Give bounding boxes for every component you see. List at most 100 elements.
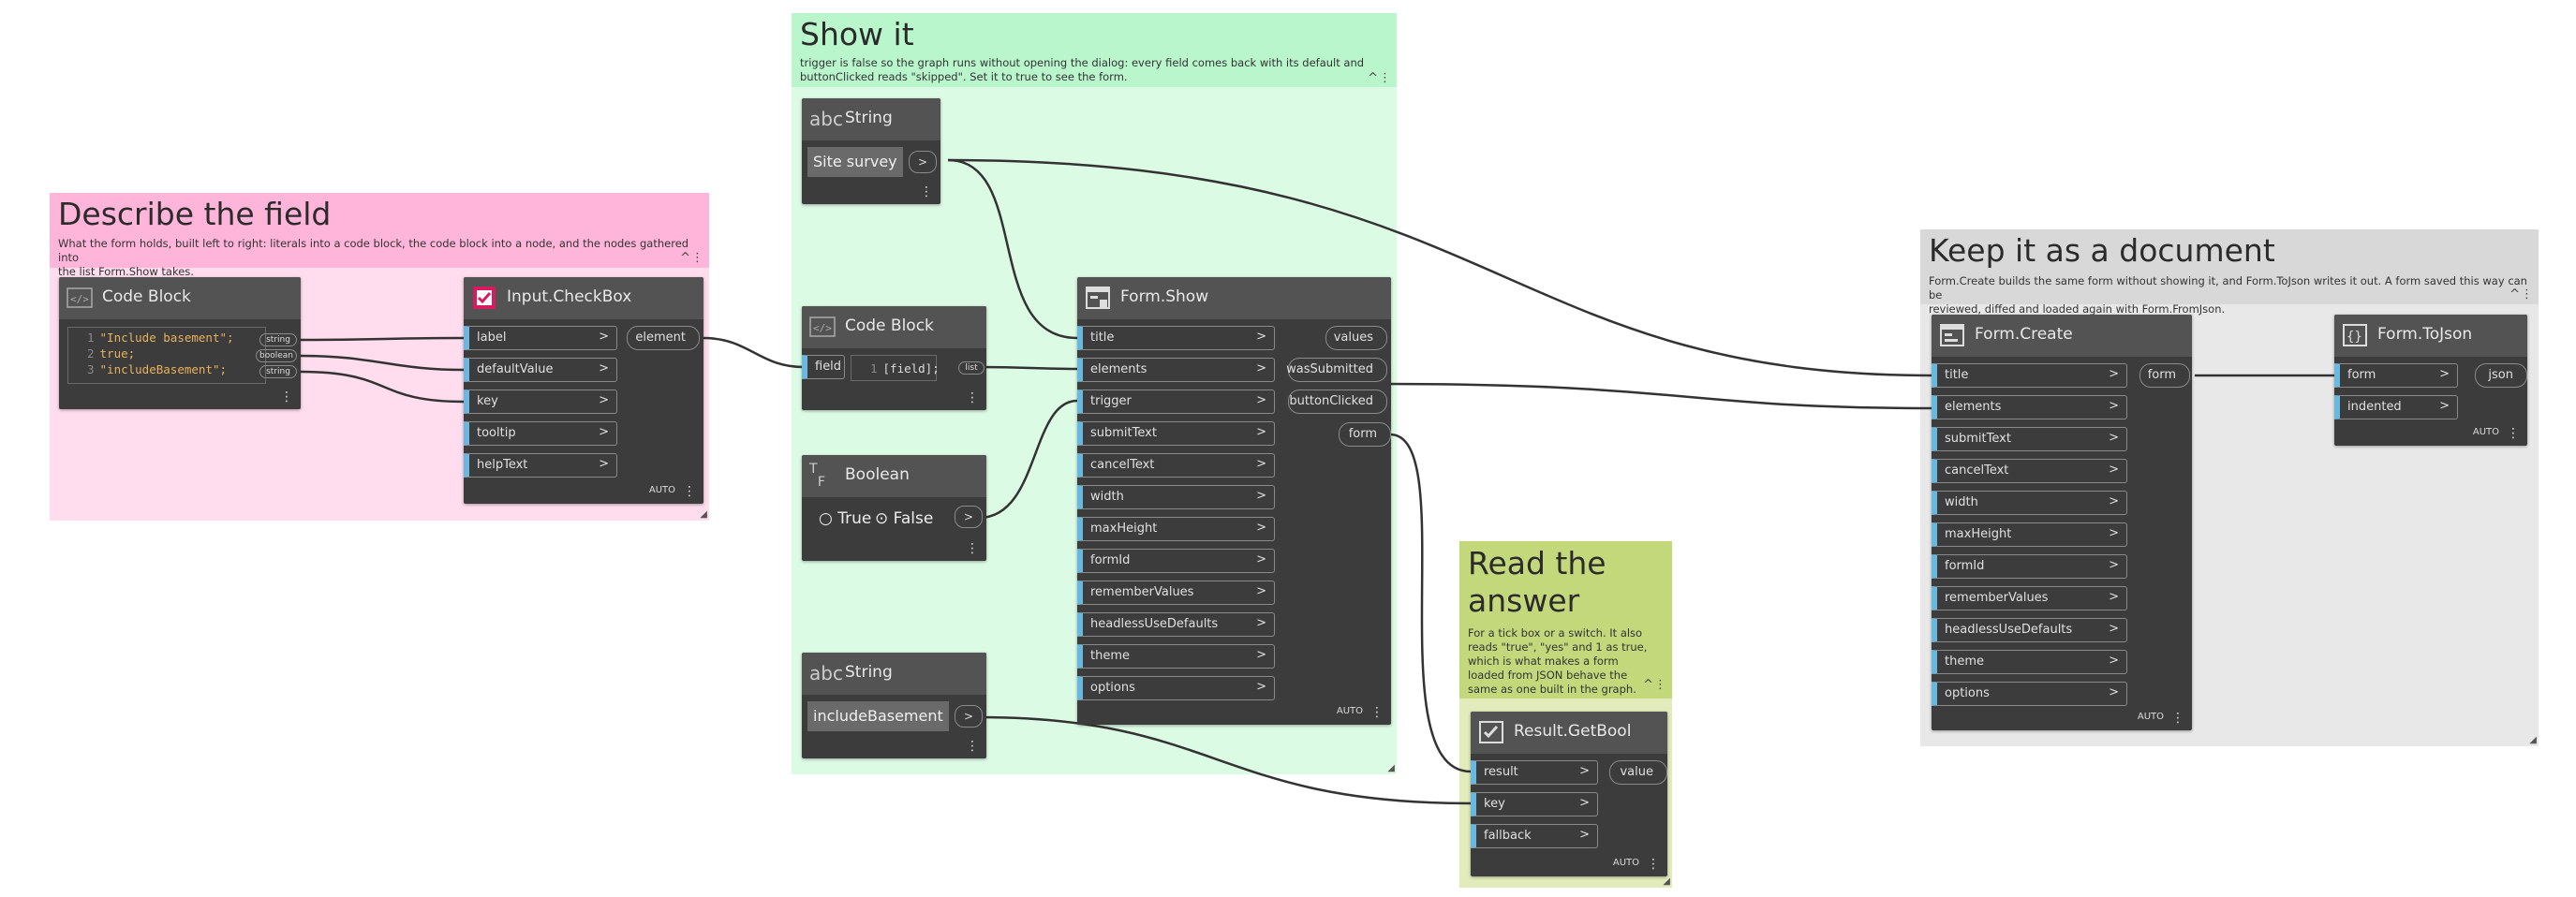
svg-text:{}: {} <box>2347 330 2362 345</box>
input-port-defaultvalue[interactable]: defaultValue > <box>464 358 617 382</box>
node-menu-icon[interactable]: ⋮ <box>280 390 293 404</box>
output-port-element[interactable]: element <box>627 326 700 350</box>
input-port-fallback[interactable]: fallback > <box>1471 824 1598 848</box>
input-port-helptext[interactable]: helpText > <box>464 453 617 478</box>
result-getbool-node[interactable]: Result.GetBool result > key > fallback > va… <box>1471 712 1667 876</box>
input-port-form[interactable]: form > <box>2334 363 2458 388</box>
input-port-title[interactable]: title > <box>1077 326 1275 350</box>
output-port-value[interactable]: value <box>1609 760 1667 785</box>
node-menu-icon[interactable]: ⋮ <box>1370 706 1384 719</box>
node-title: Form.Show <box>1120 287 1209 306</box>
code-editor[interactable]: 1 "Include basement"; 2 true; 3 "includeBas… <box>67 327 266 384</box>
node-title: String <box>845 109 893 127</box>
input-port-key[interactable]: key > <box>1471 792 1598 816</box>
input-port-field[interactable]: field <box>802 355 845 379</box>
string-value-input[interactable]: includeBasement <box>807 701 949 731</box>
boolean-node[interactable]: T F Boolean ○ True ⊙ False > ⋮ <box>802 455 986 561</box>
output-type-tag[interactable]: list <box>958 361 985 375</box>
input-port-maxheight[interactable]: maxHeight > <box>1932 522 2127 547</box>
output-port-buttonclicked[interactable]: buttonClicked <box>1288 390 1387 414</box>
input-port-width[interactable]: width > <box>1932 491 2127 515</box>
output-type-tag[interactable]: string <box>259 365 297 378</box>
code-block-node[interactable]: </> Code Block field 1 [field]; list ⋮ <box>802 306 986 410</box>
input-port-key[interactable]: key > <box>464 390 617 414</box>
input-port-remembervalues[interactable]: rememberValues > <box>1932 586 2127 610</box>
input-port-trigger[interactable]: trigger > <box>1077 390 1275 414</box>
lacing-indicator[interactable]: AUTO <box>2138 712 2164 722</box>
wire-string2-key <box>978 715 1472 805</box>
radio-false[interactable]: ⊙ False <box>875 509 933 528</box>
lacing-indicator[interactable]: AUTO <box>1613 858 1639 868</box>
node-title: Code Block <box>102 287 191 306</box>
input-port-headlessusedefaults[interactable]: headlessUseDefaults > <box>1932 618 2127 642</box>
lacing-indicator[interactable]: AUTO <box>649 485 675 495</box>
output-type-tag[interactable]: boolean <box>256 349 297 362</box>
abc-string-icon: abc <box>809 662 843 684</box>
node-menu-icon[interactable]: ⋮ <box>683 485 696 498</box>
input-port-formid[interactable]: formId > <box>1077 549 1275 573</box>
output-port-wassubmitted[interactable]: wasSubmitted <box>1286 358 1387 382</box>
node-menu-icon[interactable]: ⋮ <box>2171 712 2184 725</box>
output-port-values[interactable]: values <box>1325 326 1387 350</box>
form-show-node[interactable]: Form.Show title > elements > trigger > subm… <box>1077 277 1391 725</box>
input-port-submittext[interactable]: submitText > <box>1077 421 1275 446</box>
form-create-node[interactable]: Form.Create title > elements > submitText >… <box>1932 315 2192 730</box>
lacing-indicator[interactable]: AUTO <box>2473 427 2499 437</box>
string-node[interactable]: abc String Site survey > ⋮ <box>802 98 940 204</box>
wire-checkbox-cb2 <box>703 336 805 369</box>
input-port-options[interactable]: options > <box>1932 682 2127 706</box>
input-port-title[interactable]: title > <box>1932 363 2127 388</box>
checkbox-icon <box>473 287 496 309</box>
form-tojson-icon: {} <box>2343 324 2367 346</box>
input-port-result[interactable]: result > <box>1471 760 1598 785</box>
input-port-elements[interactable]: elements > <box>1077 358 1275 382</box>
node-title: Form.Create <box>1975 325 2073 344</box>
input-port-theme[interactable]: theme > <box>1077 644 1275 669</box>
input-port-theme[interactable]: theme > <box>1932 650 2127 674</box>
input-port-canceltext[interactable]: cancelText > <box>1932 459 2127 483</box>
input-port-submittext[interactable]: submitText > <box>1932 427 2127 451</box>
input-port-canceltext[interactable]: cancelText > <box>1077 453 1275 478</box>
node-menu-icon[interactable]: ⋮ <box>966 542 979 555</box>
node-menu-icon[interactable]: ⋮ <box>1647 858 1660 871</box>
code-editor[interactable]: 1 [field]; <box>851 355 940 381</box>
output-port-form[interactable]: form <box>2139 363 2190 388</box>
code-block-icon: </> <box>809 316 836 337</box>
boolean-icon: T F <box>809 462 825 490</box>
node-menu-icon[interactable]: ⋮ <box>920 185 933 199</box>
output-port-string[interactable]: > <box>955 705 983 728</box>
node-title: Code Block <box>845 316 934 335</box>
input-port-headlessusedefaults[interactable]: headlessUseDefaults > <box>1077 612 1275 637</box>
radio-true[interactable]: ○ True <box>819 509 871 528</box>
input-checkbox-node[interactable]: Input.CheckBox label > defaultValue > key >… <box>464 277 703 504</box>
wire-cb1-label <box>300 336 465 342</box>
output-port-boolean[interactable]: > <box>955 506 983 528</box>
node-title: Input.CheckBox <box>507 287 632 306</box>
input-port-indented[interactable]: indented > <box>2334 395 2458 419</box>
input-port-tooltip[interactable]: tooltip > <box>464 421 617 446</box>
input-port-elements[interactable]: elements > <box>1932 395 2127 419</box>
output-port-json[interactable]: json <box>2475 363 2527 388</box>
input-port-formid[interactable]: formId > <box>1932 554 2127 579</box>
output-port-form[interactable]: form <box>1339 422 1391 447</box>
node-title: Form.ToJson <box>2377 325 2473 344</box>
graph-canvas[interactable]: Describe the field What the form holds, … <box>0 0 2576 897</box>
node-menu-icon[interactable]: ⋮ <box>966 391 979 404</box>
input-port-width[interactable]: width > <box>1077 485 1275 509</box>
code-block-node[interactable]: </> Code Block 1 "Include basement"; 2 tru… <box>59 277 301 409</box>
node-menu-icon[interactable]: ⋮ <box>2507 427 2520 440</box>
input-port-remembervalues[interactable]: rememberValues > <box>1077 581 1275 605</box>
string-value-input[interactable]: Site survey <box>807 147 903 177</box>
string-node[interactable]: abc String includeBasement > ⋮ <box>802 653 986 758</box>
input-port-label[interactable]: label > <box>464 326 617 350</box>
input-port-maxheight[interactable]: maxHeight > <box>1077 517 1275 541</box>
form-create-icon <box>1940 324 1964 346</box>
node-title: Result.GetBool <box>1514 722 1632 741</box>
form-tojson-node[interactable]: {} Form.ToJson form > indented > json AUTO… <box>2334 315 2527 446</box>
output-type-tag[interactable]: string <box>259 333 297 346</box>
output-port-string[interactable]: > <box>909 151 937 173</box>
form-show-icon <box>1086 287 1110 309</box>
node-menu-icon[interactable]: ⋮ <box>966 740 979 753</box>
input-port-options[interactable]: options > <box>1077 676 1275 700</box>
lacing-indicator[interactable]: AUTO <box>1337 706 1363 716</box>
